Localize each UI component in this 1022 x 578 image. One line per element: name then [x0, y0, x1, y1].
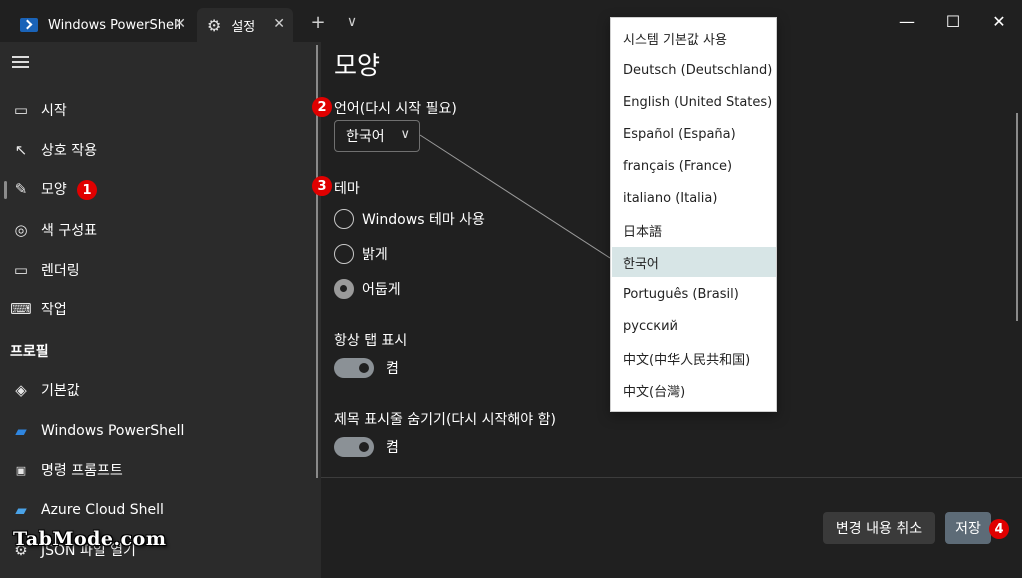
- powershell-icon: [20, 18, 38, 32]
- radio-button[interactable]: [334, 209, 354, 229]
- hide-titlebar-label: 제목 표시줄 숨기기(다시 시작해야 함): [334, 412, 556, 428]
- toggle-state-label: 켬: [386, 440, 399, 456]
- always-show-tabs-label: 항상 탭 표시: [334, 333, 408, 349]
- radio-label: Windows 테마 사용: [362, 212, 485, 228]
- sidebar-item-label: 상호 작용: [41, 143, 97, 159]
- page-title: 모양: [334, 51, 381, 80]
- maximize-button[interactable]: ☐: [930, 6, 976, 36]
- tab-windows-powershell[interactable]: Windows PowerShell ✕: [8, 8, 194, 42]
- close-icon: ✕: [992, 11, 1006, 31]
- sidebar-item-defaults[interactable]: ◈ 기본값: [0, 372, 321, 408]
- hide-titlebar-toggle[interactable]: [334, 437, 374, 457]
- new-tab-button[interactable]: +: [306, 10, 330, 34]
- interaction-icon: ↖: [14, 141, 28, 159]
- language-option[interactable]: English (United States): [612, 87, 776, 117]
- language-option-selected[interactable]: 한국어: [612, 247, 776, 277]
- language-option[interactable]: italiano (Italia): [612, 183, 776, 213]
- toggle-state-label: 켬: [386, 361, 399, 377]
- theme-option-dark[interactable]: 어둡게: [334, 279, 401, 299]
- language-select-value: 한국어: [346, 129, 385, 145]
- sidebar-item-appearance[interactable]: ✎ 모양: [0, 171, 321, 207]
- sidebar-item-label: 시작: [41, 103, 67, 119]
- powershell-icon: ▰: [15, 422, 27, 440]
- title-bar: Windows PowerShell ✕ ⚙ 설정 ✕ + ∨ — ☐ ✕: [0, 0, 1022, 42]
- sidebar-item-label: 모양: [41, 182, 67, 198]
- hamburger-menu-icon[interactable]: [12, 56, 29, 68]
- sidebar-item-label: 작업: [41, 302, 67, 318]
- tab-dropdown-button[interactable]: ∨: [340, 10, 364, 34]
- language-option[interactable]: Español (España): [612, 119, 776, 149]
- always-show-tabs-toggle-row[interactable]: 켬: [334, 358, 399, 378]
- sidebar-item-azure-cloud-shell[interactable]: ▰ Azure Cloud Shell: [0, 492, 321, 528]
- language-option[interactable]: русский: [612, 311, 776, 341]
- palette-icon: ◎: [14, 221, 28, 239]
- sidebar-item-label: 기본값: [41, 383, 80, 399]
- language-select[interactable]: 한국어 ∨: [334, 120, 420, 152]
- language-label: 언어(다시 시작 필요): [334, 101, 457, 117]
- tab-label: Windows PowerShell: [48, 17, 182, 33]
- azure-icon: ▰: [15, 501, 27, 519]
- sidebar-item-color-schemes[interactable]: ◎ 색 구성표: [0, 212, 321, 248]
- close-window-button[interactable]: ✕: [976, 6, 1022, 36]
- callout-badge-4: 4: [989, 519, 1009, 539]
- theme-option-light[interactable]: 밝게: [334, 244, 388, 264]
- brush-icon: ✎: [14, 180, 28, 198]
- radio-label: 밝게: [362, 247, 388, 263]
- minimize-button[interactable]: —: [884, 6, 930, 36]
- sidebar-item-label: 렌더링: [41, 263, 80, 279]
- sidebar-item-interaction[interactable]: ↖ 상호 작용: [0, 132, 321, 168]
- footer-divider: [321, 477, 1022, 478]
- always-show-tabs-toggle[interactable]: [334, 358, 374, 378]
- close-icon[interactable]: ✕: [273, 16, 285, 32]
- discard-changes-button[interactable]: 변경 내용 취소: [823, 512, 935, 544]
- language-option[interactable]: français (France): [612, 151, 776, 181]
- main-scrollbar[interactable]: [1016, 113, 1018, 321]
- sidebar-item-startup[interactable]: ▭ 시작: [0, 92, 321, 128]
- close-icon[interactable]: ✕: [174, 16, 186, 32]
- callout-badge-2: 2: [312, 97, 332, 117]
- sidebar-item-windows-powershell[interactable]: ▰ Windows PowerShell: [0, 413, 321, 449]
- cmd-icon: ▣: [15, 463, 27, 477]
- chevron-down-icon: ∨: [400, 127, 410, 142]
- monitor-icon: ▭: [13, 261, 29, 279]
- language-option[interactable]: Deutsch (Deutschland): [612, 55, 776, 85]
- layers-icon: ◈: [15, 381, 27, 399]
- callout-badge-3: 3: [312, 176, 332, 196]
- language-option[interactable]: 中文(中华人民共和国): [612, 343, 776, 373]
- theme-option-windows[interactable]: Windows 테마 사용: [334, 209, 485, 229]
- minimize-icon: —: [899, 11, 915, 31]
- startup-icon: ▭: [13, 101, 29, 119]
- radio-button-checked[interactable]: [334, 279, 354, 299]
- language-dropdown-list: 시스템 기본값 사용 Deutsch (Deutschland) English…: [610, 17, 777, 412]
- callout-badge-1: 1: [77, 180, 97, 200]
- language-option[interactable]: 시스템 기본값 사용: [612, 23, 776, 53]
- theme-label: 테마: [334, 181, 360, 197]
- sidebar-item-label: 색 구성표: [41, 223, 97, 239]
- sidebar-item-command-prompt[interactable]: ▣ 명령 프롬프트: [0, 452, 321, 488]
- gear-icon: ⚙: [207, 15, 222, 35]
- sidebar-item-rendering[interactable]: ▭ 렌더링: [0, 252, 321, 288]
- save-button[interactable]: 저장: [945, 512, 991, 544]
- language-option[interactable]: 中文(台灣): [612, 375, 776, 405]
- language-option[interactable]: 日本語: [612, 215, 776, 245]
- language-option[interactable]: Português (Brasil): [612, 279, 776, 309]
- sidebar-item-label: Windows PowerShell: [41, 423, 185, 439]
- plus-icon: +: [310, 11, 326, 33]
- keyboard-icon: ⌨: [10, 300, 32, 318]
- hide-titlebar-toggle-row[interactable]: 켬: [334, 437, 399, 457]
- tab-settings[interactable]: ⚙ 설정 ✕: [197, 8, 293, 42]
- tab-label: 설정: [231, 19, 256, 35]
- sidebar-item-label: Azure Cloud Shell: [41, 502, 164, 518]
- maximize-icon: ☐: [945, 11, 961, 31]
- sidebar-item-label: 명령 프롬프트: [41, 463, 123, 479]
- radio-label: 어둡게: [362, 282, 401, 298]
- profiles-header: 프로필: [10, 344, 49, 360]
- chevron-down-icon: ∨: [346, 14, 358, 30]
- radio-button[interactable]: [334, 244, 354, 264]
- watermark-text: TabMode.com: [13, 528, 167, 550]
- sidebar-item-actions[interactable]: ⌨ 작업: [0, 291, 321, 327]
